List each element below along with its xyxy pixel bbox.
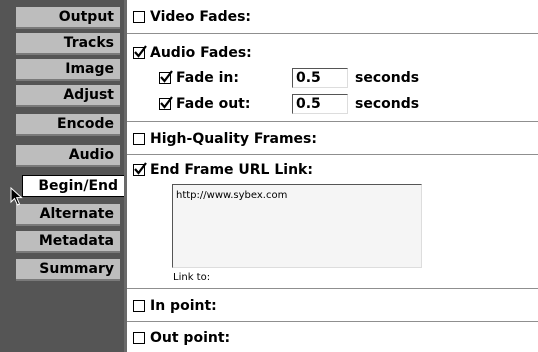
- link-to-label: Link to:: [173, 272, 211, 283]
- out-point-checkbox[interactable]: [133, 332, 145, 344]
- audio-fades-label: Audio Fades:: [150, 45, 252, 61]
- fade-out-seconds-input[interactable]: 0.5: [292, 94, 348, 114]
- video-fades-checkbox[interactable]: [133, 11, 145, 23]
- checkmark-icon: [160, 70, 173, 83]
- tab-summary[interactable]: Summary: [16, 259, 120, 281]
- end-frame-url-checkbox[interactable]: [133, 162, 147, 176]
- url-textarea[interactable]: http://www.sybex.com: [172, 184, 422, 268]
- video-fades-label: Video Fades:: [150, 9, 252, 25]
- fade-in-unit: seconds: [355, 70, 420, 86]
- fade-out-unit: seconds: [355, 96, 420, 112]
- tab-alternate[interactable]: Alternate: [16, 204, 120, 226]
- in-point-label: In point:: [150, 298, 217, 314]
- tab-tracks[interactable]: Tracks: [16, 33, 120, 55]
- in-point-section: In point:: [127, 289, 538, 322]
- tab-image[interactable]: Image: [16, 59, 120, 81]
- tab-metadata[interactable]: Metadata: [16, 231, 120, 253]
- sidebar: Output Tracks Image Adjust Encode Audio …: [0, 0, 124, 352]
- tab-output[interactable]: Output: [16, 7, 120, 29]
- fade-in-seconds-input[interactable]: 0.5: [292, 68, 348, 88]
- high-quality-frames-label: High-Quality Frames:: [150, 131, 317, 147]
- arrow-cursor-icon: [10, 187, 23, 206]
- audio-fades-checkbox[interactable]: [133, 45, 147, 59]
- out-point-section: Out point:: [127, 322, 538, 352]
- audio-fades-section: Audio Fades: Fade in: 0.5 seconds Fade o…: [127, 34, 538, 122]
- checkmark-icon: [134, 162, 147, 175]
- tab-encode[interactable]: Encode: [16, 114, 120, 136]
- fade-in-checkbox[interactable]: [159, 70, 173, 84]
- tab-audio[interactable]: Audio: [16, 145, 120, 167]
- checkmark-icon: [134, 45, 147, 58]
- begin-end-panel: Video Fades: Audio Fades: Fade in: 0.5 s…: [127, 0, 538, 352]
- checkmark-icon: [160, 96, 173, 109]
- tab-adjust[interactable]: Adjust: [16, 85, 120, 107]
- high-quality-frames-section: High-Quality Frames:: [127, 122, 538, 155]
- fade-out-label: Fade out:: [176, 96, 251, 112]
- in-point-checkbox[interactable]: [133, 300, 145, 312]
- tab-begin-end[interactable]: Begin/End: [22, 175, 124, 197]
- fade-out-checkbox[interactable]: [159, 96, 173, 110]
- video-fades-section: Video Fades:: [127, 0, 538, 34]
- fade-in-label: Fade in:: [176, 70, 239, 86]
- end-frame-url-label: End Frame URL Link:: [150, 162, 313, 178]
- high-quality-frames-checkbox[interactable]: [133, 133, 145, 145]
- out-point-label: Out point:: [150, 330, 231, 346]
